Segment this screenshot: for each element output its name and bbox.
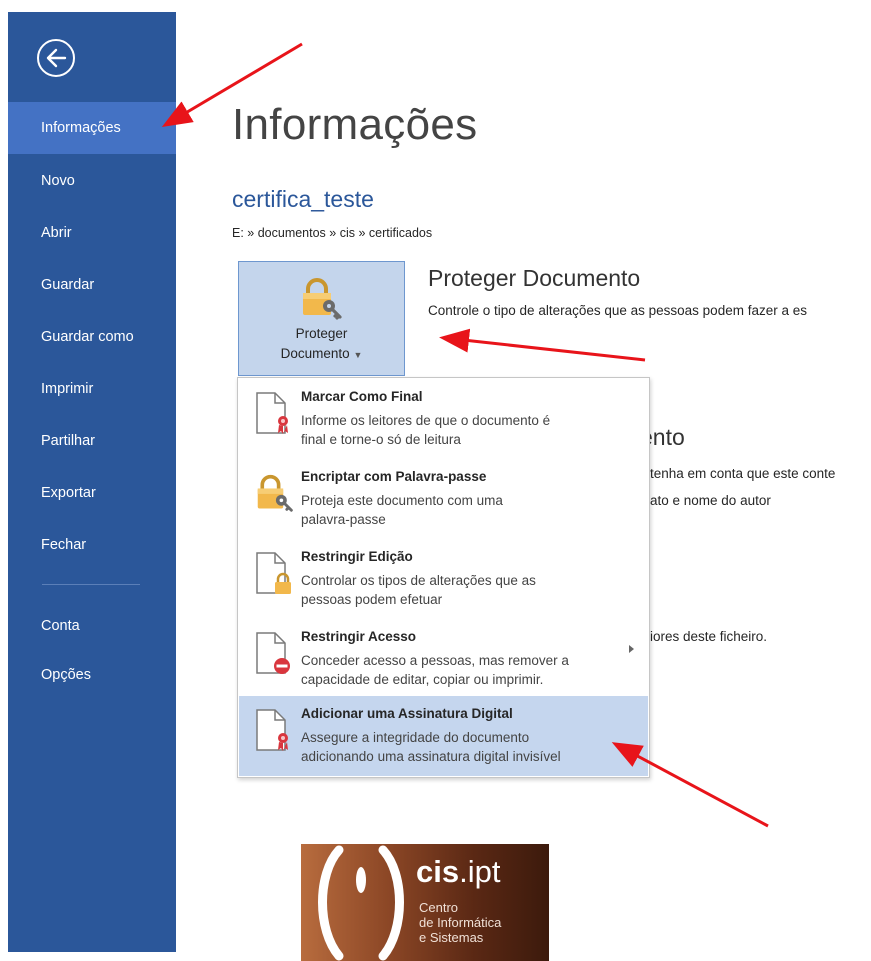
nav-item-imprimir[interactable]: Imprimir	[8, 363, 176, 415]
document-lock-icon	[256, 552, 291, 594]
menu-item-desc: Assegure a integridade do documento	[301, 730, 530, 745]
logo-subtitle: Centro de Informática e Sistemas	[419, 900, 502, 945]
versions-desc-partial: iores deste ficheiro.	[650, 629, 768, 644]
page-title: Informações	[232, 100, 478, 149]
protect-button-label-2: Documento ▼	[280, 346, 363, 361]
arrow-to-protect-button	[439, 328, 646, 362]
menu-item-mark-final[interactable]: Marcar Como Final Informe os leitores de…	[239, 379, 648, 459]
logo-wordmark: cis.ipt	[416, 854, 501, 889]
nav-item-conta[interactable]: Conta	[8, 600, 176, 652]
lock-key-icon	[303, 278, 342, 320]
document-name: certifica_teste	[232, 186, 374, 212]
nav-item-opcoes[interactable]: Opções	[8, 649, 176, 701]
menu-item-add-digital-signature[interactable]: Adicionar uma Assinatura Digital Assegur…	[239, 696, 648, 776]
menu-item-restrict-editing[interactable]: Restringir Edição Controlar os tipos de …	[239, 539, 648, 619]
nav-item-exportar[interactable]: Exportar	[8, 467, 176, 519]
nav-item-guardar-como[interactable]: Guardar como	[8, 311, 176, 363]
protect-document-button[interactable]: Proteger Documento ▼	[238, 261, 405, 376]
menu-item-desc: final e torne-o só de leitura	[301, 432, 461, 447]
protect-document-menu: Marcar Como Final Informe os leitores de…	[237, 377, 650, 778]
menu-item-desc: capacidade de editar, copiar ou imprimir…	[301, 672, 544, 687]
protect-description: Controle o tipo de alterações que as pes…	[428, 303, 807, 318]
menu-item-title: Restringir Edição	[301, 549, 413, 564]
protect-button-label-1: Proteger	[295, 326, 348, 341]
dropdown-caret-icon: ▼	[353, 350, 363, 360]
document-restricted-icon	[256, 632, 290, 674]
inspect-heading-partial: ento	[640, 424, 685, 450]
nav-item-partilhar[interactable]: Partilhar	[8, 415, 176, 467]
inspect-desc-partial-1: tenha em conta que este conte	[650, 466, 836, 481]
menu-item-title: Restringir Acesso	[301, 629, 417, 644]
nav-item-informacoes[interactable]: Informações	[8, 102, 176, 154]
menu-item-desc: pessoas podem efetuar	[301, 592, 443, 607]
menu-item-desc: palavra-passe	[301, 512, 386, 527]
sidebar-divider	[42, 584, 140, 585]
menu-item-encrypt-password[interactable]: Encriptar com Palavra-passe Proteja este…	[239, 459, 648, 539]
menu-item-restrict-access[interactable]: Restringir Acesso Conceder acesso a pess…	[239, 619, 648, 699]
document-ribbon-icon	[256, 709, 288, 751]
cis-ipt-logo: cis.ipt Centro de Informática e Sistemas	[301, 844, 549, 961]
document-ribbon-icon	[256, 392, 288, 434]
menu-item-desc: adicionando uma assinatura digital invis…	[301, 749, 561, 764]
submenu-arrow-icon	[629, 645, 634, 653]
menu-item-desc: Conceder acesso a pessoas, mas remover a	[301, 653, 569, 668]
menu-item-desc: Proteja este documento com uma	[301, 493, 503, 508]
nav-item-novo[interactable]: Novo	[8, 155, 176, 207]
nav-item-fechar[interactable]: Fechar	[8, 519, 176, 571]
protect-heading: Proteger Documento	[428, 265, 641, 291]
inspect-desc-partial-2: ato e nome do autor	[650, 493, 771, 508]
menu-item-desc: Controlar os tipos de alterações que as	[301, 573, 536, 588]
document-path: E: » documentos » cis » certificados	[232, 226, 433, 240]
back-button[interactable]	[37, 39, 75, 77]
nav-item-abrir[interactable]: Abrir	[8, 207, 176, 259]
menu-item-desc: Informe os leitores de que o documento é	[301, 413, 551, 428]
back-arrow-icon	[46, 48, 67, 68]
nav-item-guardar[interactable]: Guardar	[8, 259, 176, 311]
menu-item-title: Encriptar com Palavra-passe	[301, 469, 487, 484]
logo-mark-icon	[318, 845, 404, 961]
menu-item-title: Marcar Como Final	[301, 389, 423, 404]
menu-item-title: Adicionar uma Assinatura Digital	[301, 706, 513, 721]
backstage-sidebar: Informações Novo Abrir Guardar Guardar c…	[8, 12, 176, 952]
lock-key-icon	[257, 474, 293, 512]
